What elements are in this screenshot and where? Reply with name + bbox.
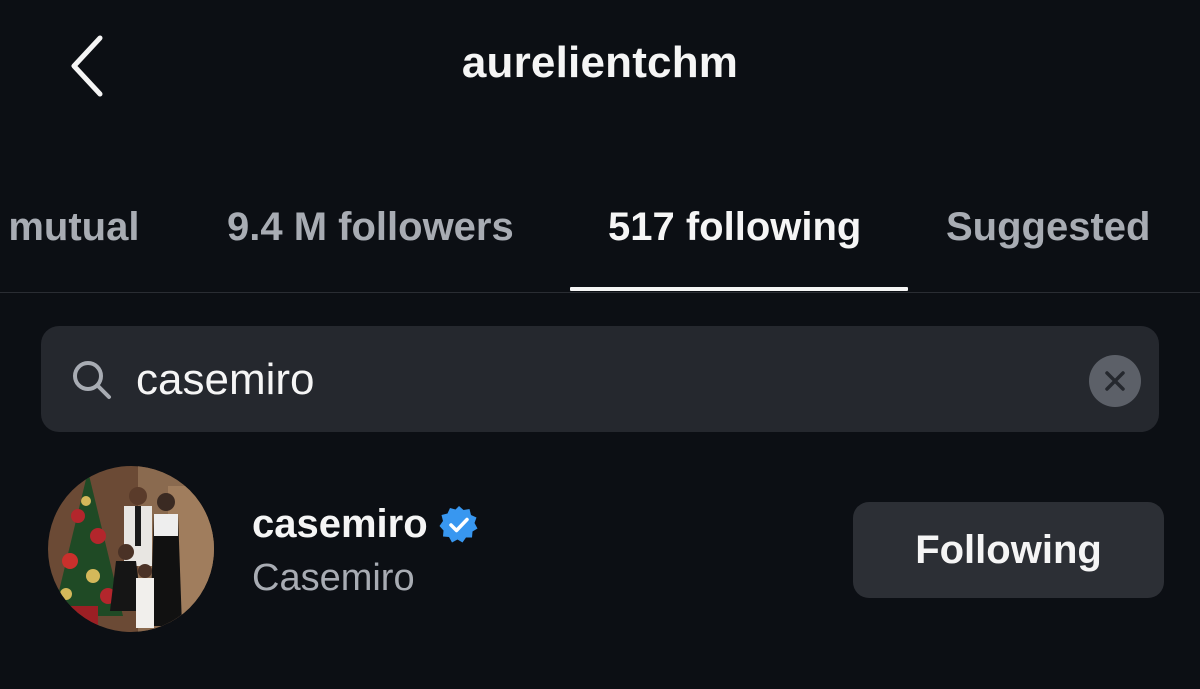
result-full-name: Casemiro — [252, 557, 415, 599]
following-button[interactable]: Following — [853, 502, 1164, 598]
tab-mutual[interactable]: 2 mutual — [0, 205, 139, 250]
avatar[interactable] — [48, 466, 214, 632]
header: aurelientchm — [0, 0, 1200, 135]
verified-badge-icon — [439, 505, 478, 542]
avatar-photo — [48, 466, 214, 632]
following-screen: aurelientchm 2 mutual 9.4 M followers 51… — [0, 0, 1200, 689]
result-username-wrap: casemiro — [252, 502, 480, 547]
list-item[interactable]: casemiro Casemiro Following — [0, 462, 1200, 642]
result-username[interactable]: casemiro — [252, 502, 428, 547]
clear-search-button[interactable] — [1089, 355, 1141, 407]
tab-bar: 2 mutual 9.4 M followers 517 following S… — [0, 180, 1200, 293]
tab-followers[interactable]: 9.4 M followers — [227, 205, 514, 250]
tab-suggested[interactable]: Suggested — [946, 205, 1150, 250]
close-icon — [1105, 371, 1125, 391]
search-input[interactable] — [136, 340, 1036, 420]
page-title: aurelientchm — [461, 38, 739, 87]
search-icon — [73, 361, 111, 399]
active-tab-indicator — [570, 287, 908, 291]
tab-following[interactable]: 517 following — [608, 205, 861, 250]
